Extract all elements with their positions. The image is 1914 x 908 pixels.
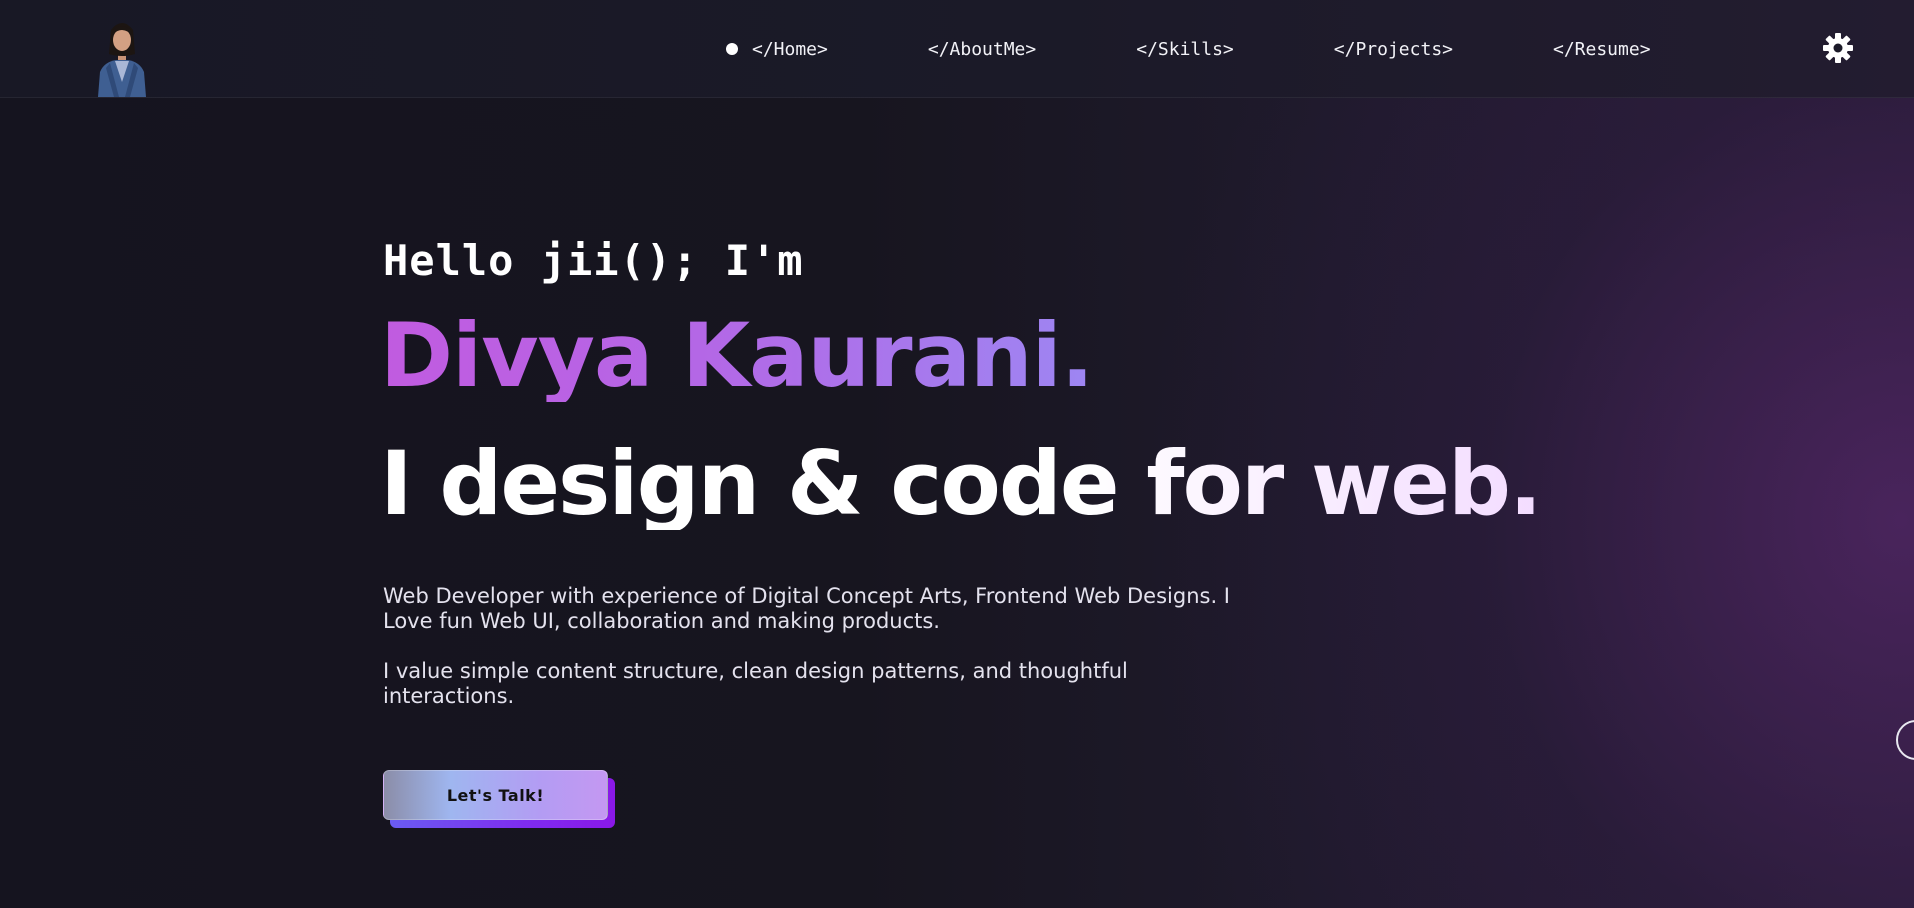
hero-name: Divya Kaurani. xyxy=(380,304,1094,407)
nav-item-label: </Projects> xyxy=(1333,38,1453,60)
portfolio-page: </Home> </AboutMe> </Skills> </Projects>… xyxy=(0,0,1914,908)
lets-talk-button[interactable]: Let's Talk! xyxy=(383,770,608,820)
avatar[interactable] xyxy=(84,14,160,97)
hero-greeting: Hello jii(); I'm xyxy=(383,236,804,285)
nav-item-label: </Home> xyxy=(752,38,828,60)
nav-item-projects[interactable]: </Projects> xyxy=(1334,39,1453,60)
nav-item-aboutme[interactable]: </AboutMe> xyxy=(928,39,1036,60)
main-nav: </Home> </AboutMe> </Skills> </Projects>… xyxy=(726,36,1651,62)
active-indicator-dot xyxy=(726,43,738,55)
nav-item-skills[interactable]: </Skills> xyxy=(1136,39,1234,60)
nav-item-resume[interactable]: </Resume> xyxy=(1553,39,1651,60)
gear-icon[interactable] xyxy=(1822,32,1854,64)
profile-photo xyxy=(98,23,146,97)
hero-tagline: I design & code for web. xyxy=(380,432,1542,535)
nav-item-label: </Resume> xyxy=(1553,38,1651,60)
hero-description-values: I value simple content structure, clean … xyxy=(383,659,1128,708)
navbar: </Home> </AboutMe> </Skills> </Projects>… xyxy=(0,0,1914,98)
hero-description: Web Developer with experience of Digital… xyxy=(383,584,1230,633)
nav-item-home[interactable]: </Home> xyxy=(726,39,828,60)
scroll-circle-button[interactable] xyxy=(1896,720,1914,760)
nav-item-label: </Skills> xyxy=(1136,38,1234,60)
cta-container: Let's Talk! xyxy=(383,770,615,830)
nav-item-label: </AboutMe> xyxy=(927,38,1037,60)
